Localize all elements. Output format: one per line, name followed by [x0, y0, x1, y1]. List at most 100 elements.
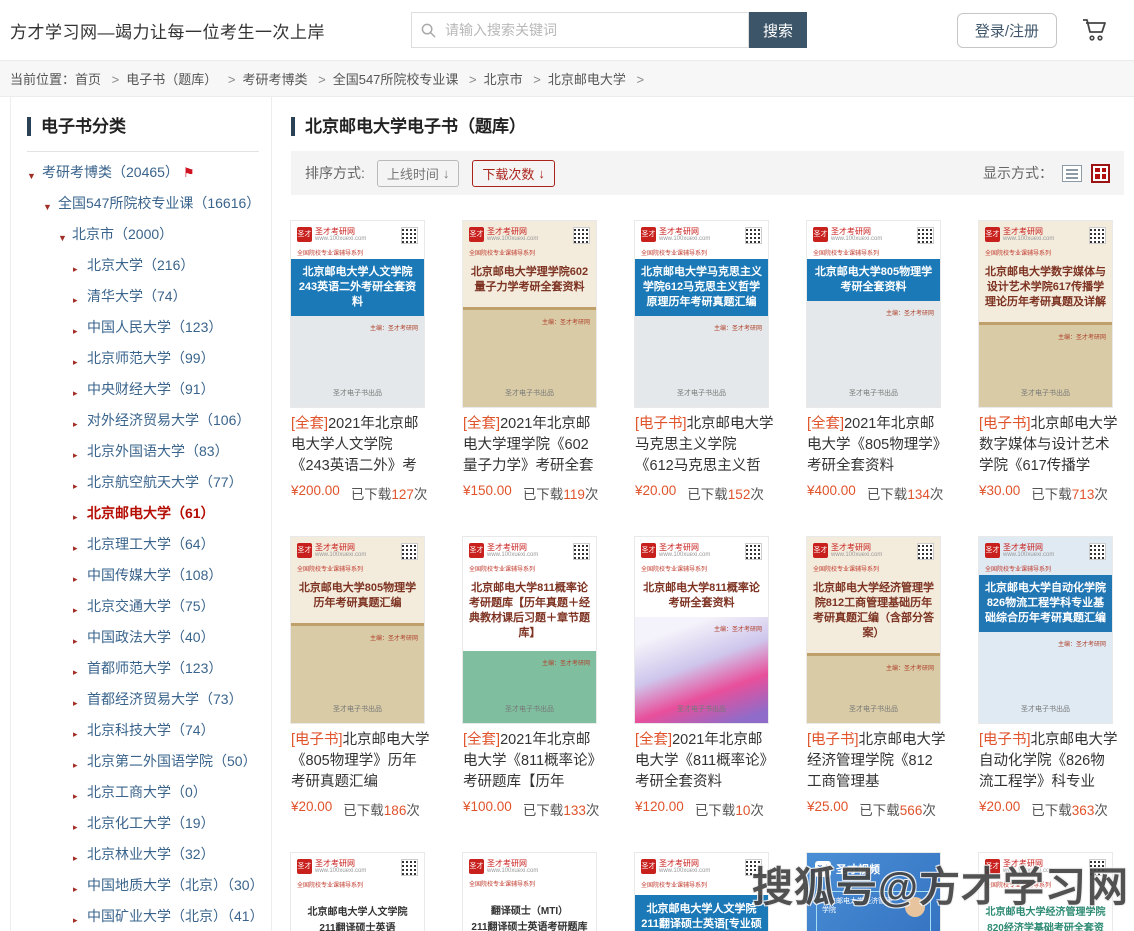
category-tree-item[interactable]: ▸北京理工大学（64）	[27, 534, 263, 555]
category-tree-item[interactable]: ▸中国传媒大学（108）	[27, 565, 263, 586]
product-card[interactable]: 圣才 圣才考研网www.100xuexi.com 全国院校专业课辅导系列 北京邮…	[807, 221, 947, 503]
tree-arrow-icon[interactable]: ▸	[73, 817, 78, 837]
category-tree-item[interactable]: ▸中国地质大学（北京）（30）	[27, 875, 263, 896]
category-tree-item[interactable]: ▸中国矿业大学（北京）（41）	[27, 906, 263, 927]
category-tree-item[interactable]: ▸对外经济贸易大学（106）	[27, 410, 263, 431]
sort-button[interactable]: 下载次数↓	[472, 160, 555, 187]
product-title[interactable]: [全套]2021年北京邮电大学理学院《602量子力学》考研全套	[463, 414, 603, 477]
tree-arrow-icon[interactable]: ▼	[58, 228, 67, 248]
category-tree-item[interactable]: ▼全国547所院校专业课（16616）	[27, 193, 263, 214]
product-card[interactable]: 圣才 圣才考研网www.100xuexi.com 全国院校专业课辅导系列 北京邮…	[807, 537, 947, 819]
book-cover[interactable]: 圣才 圣才考研网www.100xuexi.com 全国院校专业课辅导系列 北京邮…	[807, 537, 940, 723]
book-cover[interactable]: 圣才 圣才考研网www.100xuexi.com 全国院校专业课辅导系列 北京邮…	[291, 221, 424, 407]
breadcrumb-link[interactable]: 电子书（题库）	[126, 72, 217, 87]
product-title[interactable]: [全套]2021年北京邮电大学《811概率论》考研全套资料	[635, 730, 775, 793]
product-card[interactable]: 圣才 圣才考研网www.100xuexi.com 全国院校专业课辅导系列 北京邮…	[291, 537, 431, 819]
product-title[interactable]: [全套]2021年北京邮电大学人文学院《243英语二外》考	[291, 414, 431, 477]
book-cover[interactable]: 圣才 圣才考研网www.100xuexi.com 全国院校专业课辅导系列 北京邮…	[463, 221, 596, 407]
category-tree-item[interactable]: ▸北京外国语大学（83）	[27, 441, 263, 462]
book-cover[interactable]: 圣才 圣才考研网www.100xuexi.com 全国院校专业课辅导系列 北京邮…	[635, 221, 768, 407]
category-tree-item[interactable]: ▸北京交通大学（75）	[27, 596, 263, 617]
product-title[interactable]: [电子书]北京邮电大学自动化学院《826物流工程学》科专业	[979, 730, 1119, 793]
tree-arrow-icon[interactable]: ▸	[73, 259, 78, 279]
search-input[interactable]	[445, 22, 748, 38]
tree-arrow-icon[interactable]: ▸	[73, 631, 78, 651]
breadcrumb-link[interactable]: 北京邮电大学	[548, 72, 626, 87]
product-title[interactable]: [电子书]北京邮电大学《805物理学》历年考研真题汇编	[291, 730, 431, 793]
tree-arrow-icon[interactable]: ▸	[73, 848, 78, 868]
tree-arrow-icon[interactable]: ▸	[73, 600, 78, 620]
category-tree-item[interactable]: ▸首都经济贸易大学（73）	[27, 689, 263, 710]
search-button[interactable]: 搜索	[749, 12, 807, 48]
category-tree-item[interactable]: ▼北京市（2000）	[27, 224, 263, 245]
category-tree-item[interactable]: ▸北京林业大学（32）	[27, 844, 263, 865]
category-tree-item[interactable]: ▸中国人民大学（123）	[27, 317, 263, 338]
tree-arrow-icon[interactable]: ▸	[73, 445, 78, 465]
display-grid-icon[interactable]	[1091, 164, 1110, 183]
tree-arrow-icon[interactable]: ▸	[73, 383, 78, 403]
product-title[interactable]: [全套]2021年北京邮电大学《805物理学》考研全套资料	[807, 414, 947, 477]
category-tree-item[interactable]: ▸北京第二外国语学院（50）	[27, 751, 263, 772]
breadcrumb-link[interactable]: 首页	[75, 72, 101, 87]
tree-arrow-icon[interactable]: ▸	[73, 662, 78, 682]
product-title[interactable]: [电子书]北京邮电大学马克思主义学院《612马克思主义哲	[635, 414, 775, 477]
tree-arrow-icon[interactable]: ▼	[27, 166, 36, 186]
category-tree-item[interactable]: ▸首都师范大学（123）	[27, 658, 263, 679]
product-card[interactable]: 圣才 圣才考研网www.100xuexi.com 全国院校专业课辅导系列 北京邮…	[979, 537, 1119, 819]
category-tree-item[interactable]: ▸北京工商大学（0）	[27, 782, 263, 803]
book-cover[interactable]: 圣才 圣才考研网www.100xuexi.com 全国院校专业课辅导系列 北京邮…	[979, 537, 1112, 723]
cover-title: 北京邮电大学805物理学考研全套资料	[807, 259, 940, 301]
tree-arrow-icon[interactable]: ▸	[73, 352, 78, 372]
sort-button[interactable]: 上线时间↓	[377, 160, 460, 187]
tree-arrow-icon[interactable]: ▸	[73, 786, 78, 806]
category-tree-item[interactable]: ▸北京师范大学（99）	[27, 348, 263, 369]
tree-arrow-icon[interactable]: ▸	[73, 290, 78, 310]
product-card[interactable]: 圣才 圣才考研网www.100xuexi.com 全国院校专业课辅导系列 北京邮…	[291, 221, 431, 503]
product-title[interactable]: [电子书]北京邮电大学经济管理学院《812工商管理基	[807, 730, 947, 793]
cart-icon[interactable]	[1081, 17, 1108, 43]
tree-arrow-icon[interactable]: ▸	[73, 693, 78, 713]
category-tree-item[interactable]: ▸北京邮电大学（61）	[27, 503, 263, 524]
book-cover[interactable]: 圣才 圣才考研网www.100xuexi.com 全国院校专业课辅导系列 北京邮…	[635, 537, 768, 723]
product-card[interactable]: 圣才 圣才考研网www.100xuexi.com 全国院校专业课辅导系列 北京邮…	[635, 221, 775, 503]
product-card-partial[interactable]: 圣才 圣才考研网www.100xuexi.com 全国院校专业课辅导系列 北京邮…	[291, 853, 431, 931]
tree-arrow-icon[interactable]: ▸	[73, 476, 78, 496]
display-list-icon[interactable]	[1062, 165, 1082, 182]
book-cover[interactable]: 圣才 圣才考研网www.100xuexi.com 全国院校专业课辅导系列 北京邮…	[463, 537, 596, 723]
book-cover[interactable]: 圣才 圣才考研网www.100xuexi.com 全国院校专业课辅导系列 北京邮…	[291, 537, 424, 723]
product-title[interactable]: [全套]2021年北京邮电大学《811概率论》考研题库【历年	[463, 730, 603, 793]
product-card[interactable]: 圣才 圣才考研网www.100xuexi.com 全国院校专业课辅导系列 北京邮…	[463, 537, 603, 819]
category-tree-item[interactable]: ▸北京大学（216）	[27, 255, 263, 276]
tree-arrow-icon[interactable]: ▸	[73, 321, 78, 341]
breadcrumb-link[interactable]: 全国547所院校专业课	[333, 72, 459, 87]
tree-arrow-icon[interactable]: ▸	[73, 910, 78, 930]
product-title[interactable]: [电子书]北京邮电大学数字媒体与设计艺术学院《617传播学	[979, 414, 1119, 477]
tree-arrow-icon[interactable]: ▸	[73, 569, 78, 589]
tree-arrow-icon[interactable]: ▸	[73, 538, 78, 558]
category-tree-item[interactable]: ▸中央财经大学（91）	[27, 379, 263, 400]
product-card[interactable]: 圣才 圣才考研网www.100xuexi.com 全国院校专业课辅导系列 北京邮…	[979, 221, 1119, 503]
category-tree-item[interactable]: ▸清华大学（74）	[27, 286, 263, 307]
product-card[interactable]: 圣才 圣才考研网www.100xuexi.com 全国院校专业课辅导系列 北京邮…	[635, 537, 775, 819]
breadcrumb-link[interactable]: 北京市	[484, 72, 523, 87]
tree-arrow-icon[interactable]: ▸	[73, 507, 78, 527]
product-card[interactable]: 圣才 圣才考研网www.100xuexi.com 全国院校专业课辅导系列 北京邮…	[463, 221, 603, 503]
tree-arrow-icon[interactable]: ▸	[73, 724, 78, 744]
tree-arrow-icon[interactable]: ▸	[73, 879, 78, 899]
category-tree-item[interactable]: ▸北京化工大学（19）	[27, 813, 263, 834]
category-tree-item[interactable]: ▸北京航空航天大学（77）	[27, 472, 263, 493]
login-register-button[interactable]: 登录/注册	[957, 13, 1057, 48]
product-card-partial[interactable]: 圣才 圣才考研网www.100xuexi.com 全国院校专业课辅导系列 翻译硕…	[463, 853, 603, 931]
tree-arrow-icon[interactable]: ▼	[43, 197, 52, 217]
book-cover[interactable]: 圣才 圣才考研网www.100xuexi.com 全国院校专业课辅导系列 北京邮…	[807, 221, 940, 407]
category-tree-item[interactable]: ▼考研考博类（20465）⚑	[27, 162, 263, 183]
book-cover[interactable]: 圣才 圣才考研网www.100xuexi.com 全国院校专业课辅导系列 翻译硕…	[463, 853, 596, 931]
book-cover[interactable]: 圣才 圣才考研网www.100xuexi.com 全国院校专业课辅导系列 北京邮…	[635, 853, 768, 931]
breadcrumb-link[interactable]: 考研考博类	[242, 72, 307, 87]
tree-arrow-icon[interactable]: ▸	[73, 755, 78, 775]
tree-arrow-icon[interactable]: ▸	[73, 414, 78, 434]
category-tree-item[interactable]: ▸北京科技大学（74）	[27, 720, 263, 741]
book-cover[interactable]: 圣才 圣才考研网www.100xuexi.com 全国院校专业课辅导系列 北京邮…	[291, 853, 424, 931]
book-cover[interactable]: 圣才 圣才考研网www.100xuexi.com 全国院校专业课辅导系列 北京邮…	[979, 221, 1112, 407]
category-tree-item[interactable]: ▸中国政法大学（40）	[27, 627, 263, 648]
